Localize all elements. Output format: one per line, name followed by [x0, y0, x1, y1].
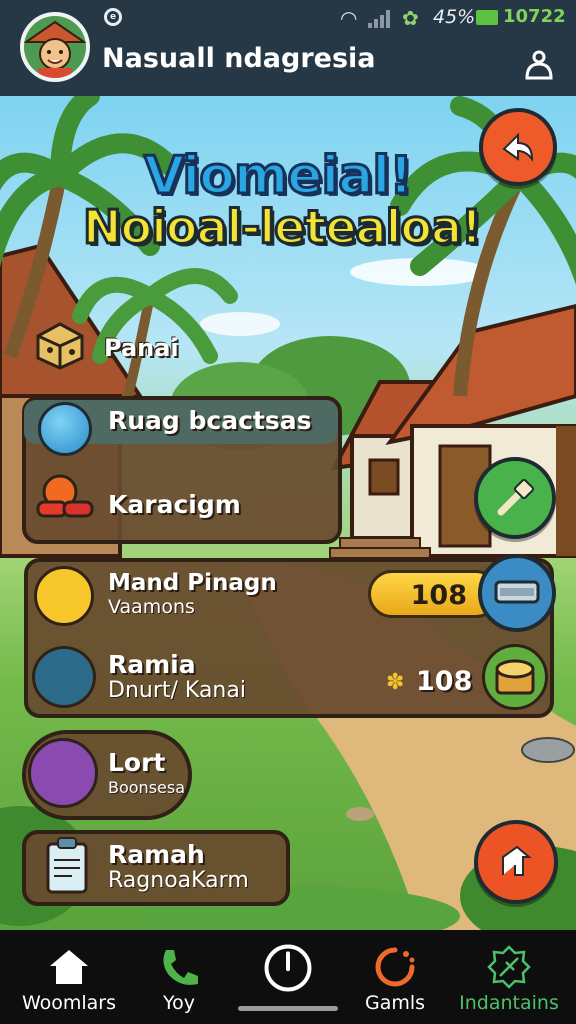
clock: 10722	[503, 6, 566, 27]
shop-item-2-value: 108	[416, 666, 473, 697]
battery-icon	[476, 10, 498, 25]
home-indicator[interactable]	[238, 1006, 338, 1011]
profile-icon[interactable]	[522, 48, 556, 82]
shop-item-2-title: Ramia	[108, 650, 196, 679]
avatar[interactable]	[20, 12, 90, 82]
ramah-title: Ramah	[108, 840, 205, 869]
notification-icon: e	[104, 8, 122, 26]
leaf-badge-icon	[487, 945, 531, 989]
food-basket-icon	[495, 659, 535, 695]
cheese-crate-icon	[32, 316, 88, 372]
nav-item-games[interactable]: Gamls	[340, 930, 450, 1024]
lort-subtitle: Boonsesa	[108, 778, 186, 797]
nav-label-indantains: Indantains	[459, 992, 559, 1014]
fruit-icon	[34, 472, 96, 522]
star-badge-icon: ✽	[386, 670, 405, 695]
loading-icon	[375, 947, 415, 987]
status-bar: e ◠ ✿ 45% 10722	[0, 0, 576, 34]
lort-title: Lort	[108, 748, 166, 777]
nav-label-phone: Yoy	[163, 992, 195, 1014]
page-title: Nasuall ndagresia	[102, 43, 376, 74]
gear-icon: ✿	[402, 6, 419, 30]
share-button[interactable]	[479, 108, 557, 186]
clipboard-icon	[40, 836, 96, 896]
ramah-subtitle: RagnoaKarm	[108, 868, 249, 893]
shop-item-1-subtitle: Vaamons	[108, 596, 195, 618]
menu-item-2[interactable]: Karacigm	[108, 490, 241, 519]
shop-item-2-subtitle: Dnurt/ Kanai	[108, 678, 246, 703]
nav-item-indantains[interactable]: Indantains	[452, 930, 566, 1024]
nav-item-phone[interactable]: Yoy	[124, 930, 234, 1024]
temple-icon	[28, 738, 98, 808]
food-basket-button[interactable]	[482, 644, 548, 710]
exit-button[interactable]	[474, 820, 558, 904]
battery-percent: 45%	[433, 6, 476, 28]
hero-subtitle: Noioal-letealoa!	[82, 199, 484, 256]
globe-icon	[38, 402, 92, 456]
shop-item-1-title: Mand Pinagn	[108, 570, 277, 596]
nav-item-home[interactable]: Woomlars	[14, 930, 124, 1024]
nav-label-home: Woomlars	[21, 992, 117, 1014]
power-icon	[264, 944, 312, 992]
signal-icon	[368, 10, 392, 28]
shop-item-1-price-value: 108	[410, 580, 467, 611]
leaf-pouch-icon	[32, 646, 96, 708]
star-fruit-icon	[34, 566, 94, 626]
coin-stack-icon	[494, 580, 540, 604]
share-arrow-icon	[502, 132, 534, 163]
menu-item-1[interactable]: Ruag bcactsas	[108, 406, 312, 435]
game-scene: Viomeial! Noioal-letealoa! Panai Ruag bc…	[0, 96, 576, 930]
home-icon	[50, 950, 88, 984]
exit-arrow-icon	[502, 845, 532, 876]
hammer-icon	[497, 478, 535, 516]
phone-icon	[163, 950, 198, 985]
tool-button[interactable]	[474, 457, 556, 539]
section-label: Panai	[104, 334, 179, 362]
app-header: Nasuall ndagresia	[0, 12, 576, 96]
nav-label-games: Gamls	[364, 992, 426, 1014]
wifi-icon: ◠	[340, 6, 358, 30]
coin-stack-button[interactable]	[478, 554, 556, 632]
